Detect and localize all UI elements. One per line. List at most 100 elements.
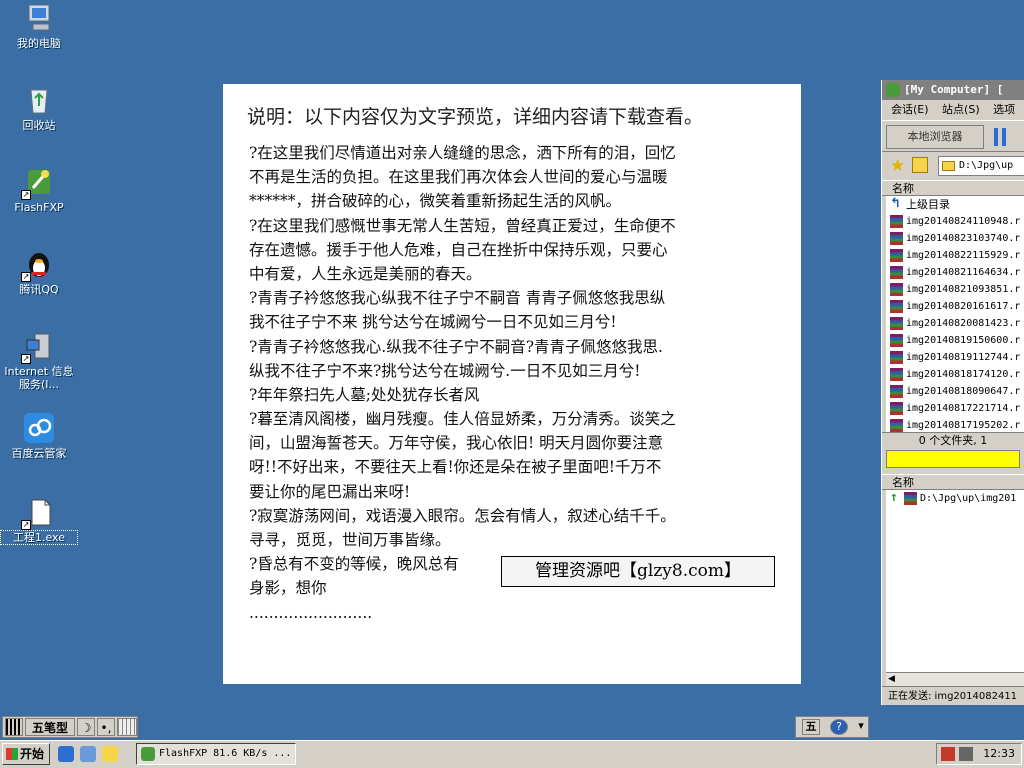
desktop-icon-label: 百度云管家	[11, 447, 67, 460]
taskbar: 开始 FlashFXP 81.6 KB/s ... 12:33	[0, 740, 1024, 768]
menu-session[interactable]: 会话(E)	[891, 103, 929, 116]
list-item[interactable]: img20140824110948.r	[886, 213, 1024, 230]
document-body: ?在这里我们尽情道出对亲人缝缝的思念，洒下所有的泪，回忆 不再是生活的负担。在这…	[249, 141, 779, 625]
file-list: ↰ 上级目录 img20140824110948.r img2014082310…	[886, 196, 1024, 432]
queue-item[interactable]: ↑ D:\Jpg\up\img201	[886, 490, 1024, 507]
list-item[interactable]: img20140821164634.r	[886, 264, 1024, 281]
help-icon[interactable]: ?	[830, 719, 848, 735]
computer-icon	[23, 2, 55, 34]
desktop-icon-qq[interactable]: ↗ 腾讯QQ	[1, 248, 77, 296]
document-line: 要让你的尾巴漏出来呀!	[249, 482, 411, 501]
path-input[interactable]: D:\Jpg\up	[938, 156, 1024, 176]
up-arrow-icon: ↰	[890, 196, 901, 211]
ime-moon-icon[interactable]: ☽	[77, 718, 95, 736]
shortcut-arrow-icon: ↗	[21, 272, 31, 282]
ime-punctuation-icon[interactable]: •,	[97, 718, 115, 736]
document-line: ?寂寞游荡网间，戏语漫入眼帘。怎会有情人，叙述心结千千。	[249, 506, 676, 525]
desktop-icon-baidu-cloud[interactable]: 百度云管家	[1, 412, 77, 460]
list-item[interactable]: img20140821093851.r	[886, 281, 1024, 298]
qq-penguin-icon: ↗	[21, 248, 55, 282]
document-line: 不再是生活的负担。在这里我们再次体会人世间的爱心与温暖	[249, 168, 668, 187]
pause-icon[interactable]	[994, 128, 1008, 146]
transfer-progress-bar	[886, 450, 1020, 468]
list-item[interactable]: img20140817221714.r	[886, 400, 1024, 417]
list-item[interactable]: img20140822115929.r	[886, 247, 1024, 264]
iis-server-icon: ↗	[21, 330, 55, 364]
list-item[interactable]: img20140819150600.r	[886, 332, 1024, 349]
desktop-icon-flashfxp[interactable]: ↗ FlashFXP	[1, 166, 77, 214]
list-item[interactable]: img20140819112744.r	[886, 349, 1024, 366]
language-bar-options-icon[interactable]: ▾	[852, 719, 870, 735]
archive-file-icon	[890, 283, 903, 296]
volume-icon[interactable]	[959, 747, 973, 761]
ime-mode-label[interactable]: 五笔型	[25, 718, 75, 736]
menu-options[interactable]: 选项	[993, 103, 1015, 116]
favorite-star-icon[interactable]: ★	[890, 156, 905, 176]
archive-file-icon	[890, 385, 903, 398]
flashfxp-window: [My Computer] [ 会话(E) 站点(S) 选项 本地浏览器 ★ D…	[881, 80, 1024, 705]
menu-sites[interactable]: 站点(S)	[942, 103, 980, 116]
document-line: ?在这里我们感慨世事无常人生苦短，曾经真正爱过，生命便不	[249, 216, 676, 235]
list-item-label: img20140820161617.r	[906, 301, 1021, 312]
recycle-bin-icon	[23, 84, 55, 116]
clock[interactable]: 12:33	[983, 744, 1015, 764]
archive-file-icon	[890, 215, 903, 228]
flashfxp-menubar: 会话(E) 站点(S) 选项	[882, 100, 1024, 120]
local-browser-button[interactable]: 本地浏览器	[886, 125, 984, 149]
folder-icon	[942, 161, 955, 171]
document-line: 呀!!不好出来，不要往天上看!你还是朵在被子里面吧!千万不	[249, 458, 662, 477]
desktop-icon-label: 工程1.exe	[0, 530, 78, 545]
parent-folder-icon[interactable]	[912, 157, 928, 173]
document-line: 中有爱，人生永远是美丽的春天。	[249, 264, 482, 283]
language-bar: 五 ? ▾	[795, 716, 869, 738]
list-item-label: img20140819150600.r	[906, 335, 1021, 346]
list-item-label: 上级目录	[906, 198, 950, 211]
desktop-icon-iis[interactable]: ↗ Internet 信息服务(I...	[1, 330, 77, 391]
archive-file-icon	[890, 351, 903, 364]
archive-file-icon	[890, 300, 903, 313]
scroll-left-icon[interactable]: ◀	[888, 674, 895, 684]
desktop-icon-project-exe[interactable]: ↗ 工程1.exe	[0, 496, 78, 545]
flashfxp-titlebar[interactable]: [My Computer] [	[882, 80, 1024, 100]
ime-wubi-icon[interactable]: 五	[802, 719, 820, 735]
taskbar-button-flashfxp[interactable]: FlashFXP 81.6 KB/s ...	[136, 743, 296, 765]
desktop-icon-label: Internet 信息服务(I...	[4, 365, 74, 391]
desktop-icon-label: 我的电脑	[17, 37, 61, 50]
tray-app-icon[interactable]	[941, 747, 955, 761]
explorer-folder-icon[interactable]	[102, 746, 118, 762]
list-item[interactable]: img20140820161617.r	[886, 298, 1024, 315]
desktop-icon-my-computer[interactable]: 我的电脑	[1, 2, 77, 50]
queue-column-header-name[interactable]: 名称	[882, 474, 1024, 490]
path-text: D:\Jpg\up	[959, 160, 1014, 171]
path-bar: ★ D:\Jpg\up	[882, 152, 1024, 180]
outlook-express-icon[interactable]	[80, 746, 96, 762]
shortcut-arrow-icon: ↗	[21, 354, 31, 364]
column-header-name[interactable]: 名称	[882, 180, 1024, 196]
start-label: 开始	[20, 747, 45, 761]
flashfxp-app-icon	[141, 747, 155, 761]
list-item[interactable]: img20140823103740.r	[886, 230, 1024, 247]
list-item[interactable]: img20140818174120.r	[886, 366, 1024, 383]
list-item[interactable]: img20140820081423.r	[886, 315, 1024, 332]
ime-grip-icon[interactable]	[5, 718, 23, 736]
list-item[interactable]: img20140817195202.r	[886, 417, 1024, 432]
flashfxp-title: [My Computer] [	[904, 83, 1004, 96]
desktop-icon-label: 腾讯QQ	[19, 283, 59, 296]
start-button[interactable]: 开始	[2, 743, 50, 765]
list-item-up-directory[interactable]: ↰ 上级目录	[886, 196, 1024, 213]
flashfxp-toolbar: 本地浏览器	[882, 120, 1024, 152]
document-line: 纵我不往子宁不来?挑兮达兮在城阙兮.一日不见如三月兮!	[249, 361, 641, 380]
archive-file-icon	[890, 419, 903, 432]
horizontal-scrollbar[interactable]: ◀	[886, 672, 1024, 686]
document-line: 寻寻，觅觅，世间万事皆缘。	[249, 531, 451, 549]
watermark-label[interactable]: 管理资源吧【glzy8.com】	[501, 556, 775, 587]
list-item-label: img20140818174120.r	[906, 369, 1021, 380]
ime-keyboard-icon[interactable]	[117, 718, 137, 736]
list-item[interactable]: img20140818090647.r	[886, 383, 1024, 400]
archive-file-icon	[904, 492, 917, 505]
desktop-icon-recycle-bin[interactable]: 回收站	[1, 84, 77, 132]
internet-explorer-icon[interactable]	[58, 746, 74, 762]
document-line: ?在这里我们尽情道出对亲人缝缝的思念，洒下所有的泪，回忆	[249, 144, 676, 162]
ime-toolbar: 五笔型 ☽ •,	[2, 716, 138, 738]
document-line: 存在遗憾。援手于他人危难，自己在挫折中保持乐观，只要心	[249, 240, 668, 259]
